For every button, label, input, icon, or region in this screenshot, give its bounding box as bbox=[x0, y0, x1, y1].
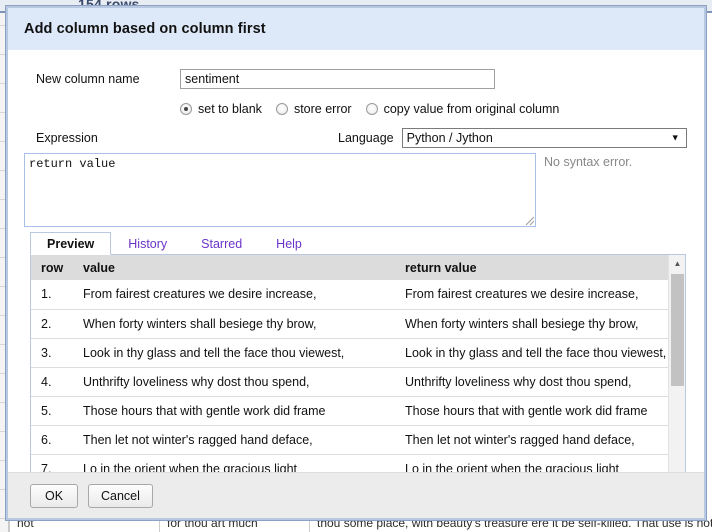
cell-value: Lo in the orient when the gracious light bbox=[73, 454, 395, 472]
language-select-value: Python / Jython bbox=[407, 131, 493, 145]
language-label: Language bbox=[338, 131, 402, 145]
radio-copy-value[interactable]: copy value from original column bbox=[366, 102, 560, 116]
preview-scroll-area: row value return value 1.From fairest cr… bbox=[31, 255, 668, 472]
cell-value: Those hours that with gentle work did fr… bbox=[73, 396, 395, 425]
table-row: 5.Those hours that with gentle work did … bbox=[31, 396, 668, 425]
expression-language-row: Expression Language Python / Jython ▼ bbox=[8, 128, 704, 148]
tab-history[interactable]: History bbox=[111, 232, 184, 255]
table-row: 2.When forty winters shall besiege thy b… bbox=[31, 309, 668, 338]
cell-row-number: 6. bbox=[31, 425, 73, 454]
cell-row-number: 4. bbox=[31, 367, 73, 396]
chevron-down-icon: ▼ bbox=[671, 134, 680, 143]
cell-value: Unthrifty loveliness why dost thou spend… bbox=[73, 367, 395, 396]
cell-return-value: Then let not winter's ragged hand deface… bbox=[395, 425, 668, 454]
expression-label: Expression bbox=[8, 131, 338, 145]
cell-return-value: When forty winters shall besiege thy bro… bbox=[395, 309, 668, 338]
radio-dot-icon bbox=[276, 103, 288, 115]
cancel-button[interactable]: Cancel bbox=[88, 484, 153, 508]
radio-dot-icon bbox=[366, 103, 378, 115]
preview-tabs: Preview History Starred Help bbox=[30, 232, 686, 255]
ok-button[interactable]: OK bbox=[30, 484, 78, 508]
tab-starred[interactable]: Starred bbox=[184, 232, 259, 255]
cell-value: From fairest creatures we desire increas… bbox=[73, 280, 395, 309]
scroll-up-arrow-icon[interactable]: ▲ bbox=[669, 255, 686, 272]
cell-return-value: Those hours that with gentle work did fr… bbox=[395, 396, 668, 425]
expression-editor bbox=[24, 153, 536, 227]
table-header-row: row value return value bbox=[31, 255, 668, 280]
radio-store-error[interactable]: store error bbox=[276, 102, 352, 116]
radio-dot-icon bbox=[180, 103, 192, 115]
add-column-dialog: Add column based on column first New col… bbox=[6, 6, 706, 520]
tab-preview[interactable]: Preview bbox=[30, 232, 111, 255]
cell-row-number: 5. bbox=[31, 396, 73, 425]
new-column-name-row: New column name bbox=[8, 69, 704, 89]
radio-label-copy-value: copy value from original column bbox=[384, 102, 560, 116]
cell-return-value: Look in thy glass and tell the face thou… bbox=[395, 338, 668, 367]
dialog-body: New column name set to blank store error… bbox=[8, 50, 704, 472]
language-select[interactable]: Python / Jython ▼ bbox=[402, 128, 687, 148]
cell-row-number: 3. bbox=[31, 338, 73, 367]
cell-return-value: From fairest creatures we desire increas… bbox=[395, 280, 668, 309]
preview-panel: row value return value 1.From fairest cr… bbox=[30, 255, 686, 472]
cell-value: Look in thy glass and tell the face thou… bbox=[73, 338, 395, 367]
dialog-footer: OK Cancel bbox=[8, 472, 704, 518]
cell-value: Then let not winter's ragged hand deface… bbox=[73, 425, 395, 454]
cell-row-number: 7. bbox=[31, 454, 73, 472]
expression-textarea[interactable] bbox=[24, 153, 536, 227]
cell-row-number: 2. bbox=[31, 309, 73, 338]
dialog-title: Add column based on column first bbox=[24, 21, 266, 37]
dialog-header: Add column based on column first bbox=[8, 8, 704, 50]
table-row: 7.Lo in the orient when the gracious lig… bbox=[31, 454, 668, 472]
radio-label-set-to-blank: set to blank bbox=[198, 102, 262, 116]
cell-row-number: 1. bbox=[31, 280, 73, 309]
radio-label-store-error: store error bbox=[294, 102, 352, 116]
scrollbar-thumb[interactable] bbox=[671, 274, 684, 386]
syntax-status-text: No syntax error. bbox=[544, 155, 632, 169]
new-column-name-input[interactable] bbox=[180, 69, 495, 89]
preview-scrollbar[interactable]: ▲ ▼ bbox=[668, 255, 685, 472]
column-header-value: value bbox=[73, 255, 395, 280]
new-column-name-label: New column name bbox=[8, 72, 180, 86]
on-error-options-row: set to blank store error copy value from… bbox=[8, 102, 704, 116]
preview-table: row value return value 1.From fairest cr… bbox=[31, 255, 668, 472]
table-row: 3.Look in thy glass and tell the face th… bbox=[31, 338, 668, 367]
cell-return-value: Lo in the orient when the gracious light bbox=[395, 454, 668, 472]
radio-set-to-blank[interactable]: set to blank bbox=[180, 102, 262, 116]
cell-return-value: Unthrifty loveliness why dost thou spend… bbox=[395, 367, 668, 396]
table-row: 1.From fairest creatures we desire incre… bbox=[31, 280, 668, 309]
cell-value: When forty winters shall besiege thy bro… bbox=[73, 309, 395, 338]
column-header-row: row bbox=[31, 255, 73, 280]
column-header-return-value: return value bbox=[395, 255, 668, 280]
tab-help[interactable]: Help bbox=[259, 232, 319, 255]
table-row: 4.Unthrifty loveliness why dost thou spe… bbox=[31, 367, 668, 396]
table-row: 6.Then let not winter's ragged hand defa… bbox=[31, 425, 668, 454]
